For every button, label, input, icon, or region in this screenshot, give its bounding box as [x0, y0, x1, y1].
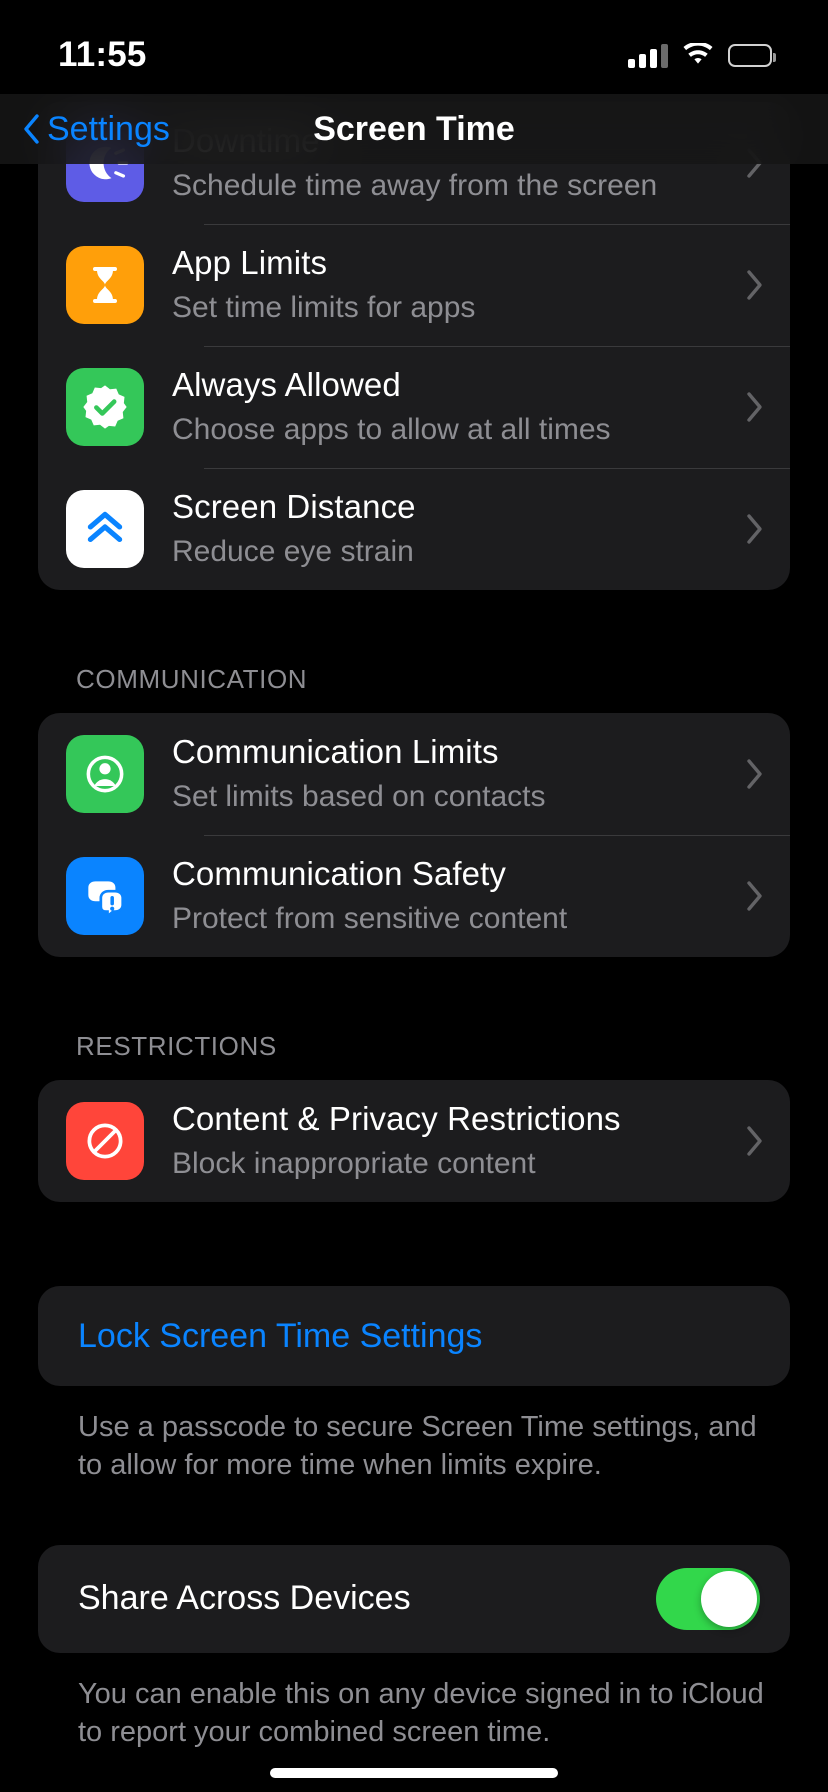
limits-group: Downtime Schedule time away from the scr… — [38, 102, 790, 590]
chevron-right-icon — [747, 270, 762, 300]
settings-row-subtitle: Set time limits for apps — [172, 290, 476, 324]
settings-row-subtitle: Protect from sensitive content — [172, 901, 568, 935]
settings-row-communication-limits[interactable]: Communication Limits Set limits based on… — [38, 713, 790, 835]
section-header-communication: COMMUNICATION — [76, 664, 308, 694]
settings-row-subtitle: Set limits based on contacts — [172, 779, 546, 813]
settings-row-always-allowed[interactable]: Always Allowed Choose apps to allow at a… — [38, 346, 790, 468]
checkmark-seal-icon — [66, 368, 144, 446]
settings-row-subtitle: Choose apps to allow at all times — [172, 412, 611, 446]
section-header-restrictions: RESTRICTIONS — [76, 1031, 277, 1061]
share-across-devices-label: Share Across Devices — [78, 1579, 411, 1618]
wifi-icon — [683, 43, 713, 64]
home-indicator — [270, 1768, 558, 1778]
share-across-devices-footnote: You can enable this on any device signed… — [78, 1677, 764, 1748]
row-text-screen-distance: Screen Distance Reduce eye strain — [172, 487, 733, 570]
settings-row-subtitle: Block inappropriate content — [172, 1146, 536, 1180]
share-across-devices-toggle[interactable] — [656, 1567, 760, 1630]
toggle-knob — [701, 1570, 757, 1627]
settings-scroll-view[interactable]: Downtime Schedule time away from the scr… — [0, 102, 828, 1792]
chevron-left-icon — [24, 114, 39, 144]
row-text-communication-safety: Communication Safety Protect from sensit… — [172, 854, 733, 937]
chevron-right-icon — [747, 514, 762, 544]
settings-row-subtitle: Reduce eye strain — [172, 534, 414, 568]
communication-group: Communication Limits Set limits based on… — [38, 713, 790, 957]
settings-row-content-privacy-restrictions[interactable]: Content & Privacy Restrictions Block ina… — [38, 1080, 790, 1202]
status-bar-indicators — [628, 42, 776, 68]
settings-row-title: Content & Privacy Restrictions — [172, 1100, 621, 1138]
status-bar: 11:55 — [0, 0, 828, 94]
row-text-content-privacy-restrictions: Content & Privacy Restrictions Block ina… — [172, 1099, 733, 1182]
settings-row-title: App Limits — [172, 244, 328, 282]
lock-settings-footnote: Use a passcode to secure Screen Time set… — [78, 1411, 757, 1482]
person-circle-icon — [66, 735, 144, 813]
settings-row-communication-safety[interactable]: Communication Safety Protect from sensit… — [38, 835, 790, 957]
status-bar-time: 11:55 — [58, 35, 147, 74]
settings-row-title: Communication Safety — [172, 855, 506, 893]
lock-screen-time-settings-button[interactable]: Lock Screen Time Settings — [38, 1286, 790, 1386]
hourglass-icon — [66, 246, 144, 324]
chevron-right-icon — [747, 1126, 762, 1156]
share-across-devices-group: Share Across Devices — [38, 1544, 790, 1653]
row-text-communication-limits: Communication Limits Set limits based on… — [172, 732, 733, 815]
share-across-devices-row[interactable]: Share Across Devices — [38, 1545, 790, 1653]
settings-row-title: Screen Distance — [172, 488, 416, 526]
chevron-right-icon — [747, 759, 762, 789]
message-bubbles-exclamation-icon — [66, 857, 144, 935]
row-text-always-allowed: Always Allowed Choose apps to allow at a… — [172, 365, 733, 448]
navigation-bar: Settings Screen Time — [0, 94, 828, 164]
double-chevron-up-icon — [66, 490, 144, 568]
prohibition-sign-icon — [66, 1102, 144, 1180]
lock-screen-time-settings-label: Lock Screen Time Settings — [78, 1316, 483, 1355]
screen-time-settings-screen: 11:55 Settings Screen Time Schedule time… — [0, 0, 828, 1792]
row-text-app-limits: App Limits Set time limits for apps — [172, 243, 733, 326]
battery-full-icon — [728, 43, 776, 67]
settings-row-screen-distance[interactable]: Screen Distance Reduce eye strain — [38, 468, 790, 590]
cellular-bars-icon — [628, 42, 668, 68]
settings-row-title: Communication Limits — [172, 733, 499, 771]
lock-settings-group: Lock Screen Time Settings — [38, 1286, 790, 1386]
back-button-label: Settings — [47, 109, 170, 148]
settings-row-app-limits[interactable]: App Limits Set time limits for apps — [38, 224, 790, 346]
restrictions-group: Content & Privacy Restrictions Block ina… — [38, 1080, 790, 1202]
settings-row-subtitle: Schedule time away from the screen — [172, 168, 658, 202]
back-button[interactable]: Settings — [22, 110, 170, 149]
chevron-right-icon — [747, 881, 762, 911]
chevron-right-icon — [747, 392, 762, 422]
settings-row-title: Always Allowed — [172, 366, 401, 404]
